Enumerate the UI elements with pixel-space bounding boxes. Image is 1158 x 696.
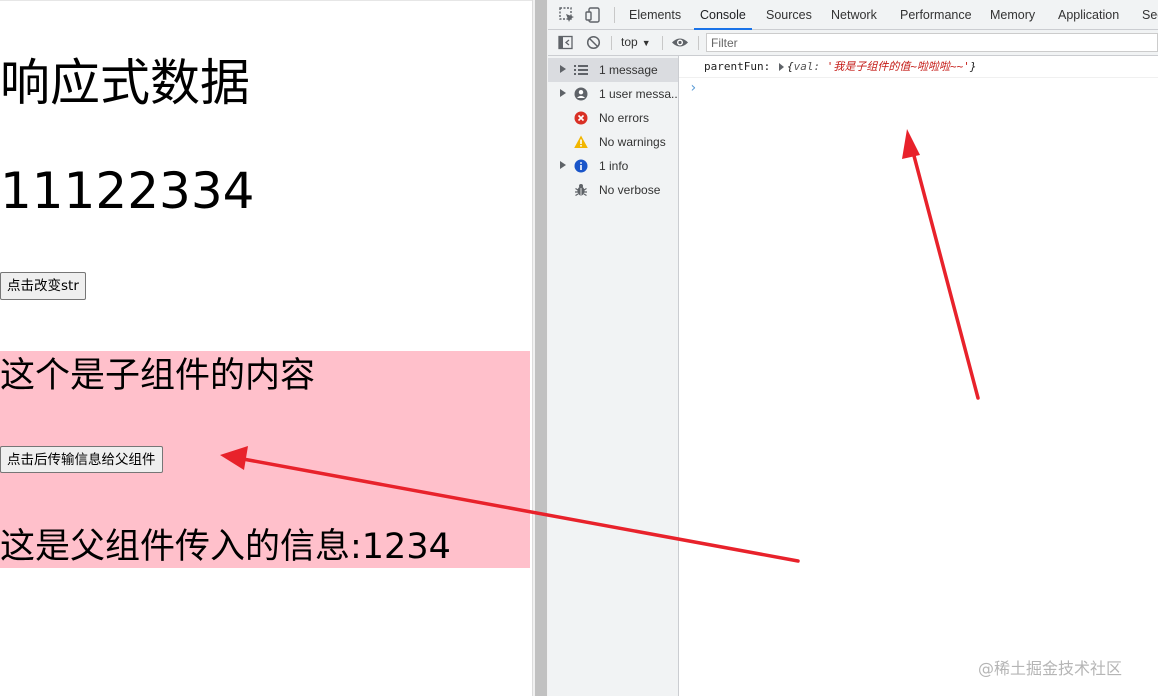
tab-network[interactable]: Network bbox=[831, 0, 877, 29]
tab-sources[interactable]: Sources bbox=[766, 0, 812, 29]
log-label: parentFun: bbox=[704, 60, 771, 73]
page-viewport: 响应式数据 11122334 点击改变str 这个是子组件的内容 点击后传输信息… bbox=[0, 0, 532, 696]
context-selector[interactable]: top ▼ bbox=[621, 30, 651, 55]
device-toolbar-icon[interactable] bbox=[584, 6, 602, 24]
dropdown-caret-icon: ▼ bbox=[641, 38, 651, 48]
console-log-row[interactable]: parentFun: {val: '我是子组件的值~啦啦啦~~'} bbox=[679, 56, 1158, 78]
tab-memory[interactable]: Memory bbox=[990, 0, 1035, 29]
reactive-value: 11122334 bbox=[0, 162, 255, 220]
devtools-resize-handle[interactable] bbox=[532, 0, 548, 696]
sidebar-item-messages[interactable]: 1 message bbox=[548, 58, 678, 82]
tab-performance[interactable]: Performance bbox=[900, 0, 972, 29]
console-sidebar: 1 message 1 user messa... No errors No w… bbox=[548, 56, 679, 696]
page-title: 响应式数据 bbox=[0, 54, 250, 112]
expand-arrow-icon bbox=[560, 89, 566, 97]
clear-console-icon[interactable] bbox=[586, 35, 601, 50]
error-icon bbox=[574, 111, 588, 125]
devtools-panel: Elements Console Sources Network Perform… bbox=[548, 0, 1158, 696]
sidebar-item-warnings[interactable]: No warnings bbox=[548, 130, 678, 154]
context-value: top bbox=[621, 35, 638, 49]
sidebar-item-label: No errors bbox=[599, 111, 650, 125]
toolbar-separator bbox=[698, 36, 699, 50]
tabbar-separator bbox=[614, 7, 615, 23]
change-str-button[interactable]: 点击改变str bbox=[0, 272, 86, 300]
parent-info-text: 这是父组件传入的信息:1234 bbox=[0, 527, 451, 567]
sidebar-item-verbose[interactable]: No verbose bbox=[548, 178, 678, 202]
sidebar-item-info[interactable]: 1 info bbox=[548, 154, 678, 178]
toolbar-separator bbox=[611, 36, 612, 50]
bug-icon bbox=[574, 183, 588, 197]
object-open-brace: { bbox=[787, 60, 794, 73]
live-expression-eye-icon[interactable] bbox=[671, 35, 689, 50]
object-close-brace: } bbox=[969, 60, 977, 73]
child-title: 这个是子组件的内容 bbox=[0, 356, 316, 396]
info-icon bbox=[574, 159, 588, 173]
child-component: 这个是子组件的内容 点击后传输信息给父组件 这是父组件传入的信息:1234 bbox=[0, 351, 530, 568]
console-prompt[interactable]: › bbox=[689, 80, 697, 96]
tab-application[interactable]: Application bbox=[1058, 0, 1119, 29]
log-object[interactable]: {val: '我是子组件的值~啦啦啦~~'} bbox=[787, 56, 977, 78]
sidebar-item-user-messages[interactable]: 1 user messa... bbox=[548, 82, 678, 106]
user-icon bbox=[574, 87, 588, 101]
sidebar-item-label: 1 info bbox=[599, 159, 629, 173]
sidebar-item-label: No verbose bbox=[599, 183, 661, 197]
inspect-element-icon[interactable] bbox=[558, 6, 576, 24]
sidebar-item-label: 1 message bbox=[599, 63, 658, 77]
tab-console[interactable]: Console bbox=[694, 0, 752, 30]
expand-object-icon[interactable] bbox=[779, 63, 784, 71]
expand-arrow-icon bbox=[560, 161, 566, 169]
sidebar-item-errors[interactable]: No errors bbox=[548, 106, 678, 130]
sidebar-item-label: No warnings bbox=[599, 135, 666, 149]
devtools-tabbar: Elements Console Sources Network Perform… bbox=[548, 0, 1158, 30]
object-value: '我是子组件的值~啦啦啦~~' bbox=[826, 60, 970, 73]
console-filter-input[interactable] bbox=[706, 33, 1158, 52]
sidebar-item-label: 1 user messa... bbox=[599, 87, 678, 101]
warning-icon bbox=[574, 135, 588, 149]
expand-arrow-icon bbox=[560, 65, 566, 73]
tab-security[interactable]: Sec bbox=[1142, 0, 1158, 29]
list-icon bbox=[574, 63, 588, 77]
console-output: parentFun: {val: '我是子组件的值~啦啦啦~~'} › bbox=[679, 56, 1158, 696]
watermark: @稀土掘金技术社区 bbox=[978, 659, 1123, 678]
object-key: val: bbox=[793, 60, 821, 73]
console-toolbar: top ▼ bbox=[548, 30, 1158, 56]
tab-elements[interactable]: Elements bbox=[629, 0, 681, 29]
send-to-parent-button[interactable]: 点击后传输信息给父组件 bbox=[0, 446, 163, 473]
toolbar-separator bbox=[662, 36, 663, 50]
show-sidebar-icon[interactable] bbox=[558, 35, 573, 50]
scrollbar[interactable] bbox=[535, 0, 547, 696]
